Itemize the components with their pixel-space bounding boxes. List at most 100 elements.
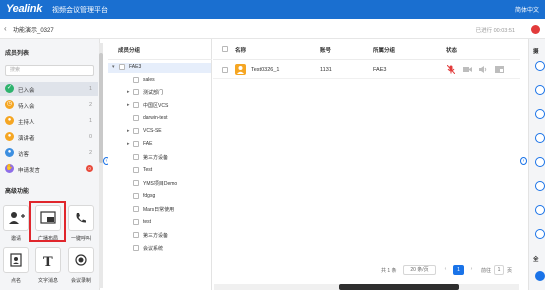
status-guest[interactable]: ● 访客 2 xyxy=(0,146,98,160)
invite-button[interactable]: 邀请 xyxy=(3,205,29,249)
status-label: 主持人 xyxy=(18,120,35,126)
tree-item-label: darwin-test xyxy=(143,115,168,121)
status-label: 已入会 xyxy=(18,88,35,94)
text-message-button[interactable]: T 文字消息 xyxy=(35,247,61,291)
status-joined[interactable]: ✓ 已入会 1 xyxy=(0,82,98,96)
tree-item[interactable]: darwin-test xyxy=(108,114,211,124)
collapse-right-icon[interactable]: › xyxy=(520,157,527,165)
function-label: 会议录制 xyxy=(70,278,91,284)
tree-item[interactable]: test xyxy=(108,218,211,228)
column-number[interactable]: 账号 xyxy=(320,46,331,54)
tree-item[interactable]: Mars日常使用 xyxy=(108,205,211,215)
tree-checkbox[interactable] xyxy=(133,180,139,186)
tree-item[interactable]: fdgsg xyxy=(108,192,211,202)
horizontal-scrollbar[interactable] xyxy=(214,284,519,290)
speaker-icon[interactable] xyxy=(479,66,488,75)
control-button-icon[interactable] xyxy=(535,109,545,119)
status-badge: 0 xyxy=(86,165,93,172)
row-checkbox[interactable] xyxy=(222,67,228,73)
caret-down-icon[interactable]: ▾ xyxy=(112,64,115,70)
record-icon xyxy=(68,247,94,273)
invite-user-icon xyxy=(3,205,29,231)
page-size-select[interactable]: 20 条/页 xyxy=(403,265,436,275)
page-button-current[interactable]: 1 xyxy=(453,265,464,275)
scrollbar-thumb[interactable] xyxy=(339,284,459,290)
right-panel-title: 摄 xyxy=(533,49,539,55)
sidebar-scrollbar[interactable] xyxy=(99,43,103,288)
tree-item-label: FAE3 xyxy=(129,64,142,70)
conference-bar: ‹ 功能演示_0327 已进行 00:03:51 xyxy=(0,19,545,39)
tree-checkbox[interactable] xyxy=(133,245,139,251)
column-name[interactable]: 名称 xyxy=(235,46,246,54)
tree-checkbox[interactable] xyxy=(133,128,139,134)
tree-item[interactable]: sales xyxy=(108,76,211,86)
record-button[interactable]: 会议录制 xyxy=(68,247,94,291)
tree-root-item[interactable]: ▾ FAE3 xyxy=(108,63,211,73)
chevron-left-icon[interactable]: ‹ xyxy=(4,24,7,33)
mic-muted-icon[interactable] xyxy=(446,64,456,76)
text-message-icon: T xyxy=(35,247,61,273)
top-bar: Yealink 视频会议管理平台 简体中文 xyxy=(0,0,545,19)
end-conference-icon[interactable] xyxy=(531,25,540,34)
caret-right-icon[interactable]: ▸ xyxy=(127,102,130,108)
layout-icon[interactable] xyxy=(495,66,504,75)
status-label: 演讲者 xyxy=(18,136,35,142)
select-all-checkbox[interactable] xyxy=(222,46,228,52)
control-button-icon[interactable] xyxy=(535,157,545,167)
roll-call-button[interactable]: 点名 xyxy=(3,247,29,291)
control-button-icon[interactable] xyxy=(535,61,545,71)
control-button-icon[interactable] xyxy=(535,85,545,95)
function-label: 一键呼叫 xyxy=(70,236,91,242)
tree-item[interactable]: YMS项目Demo xyxy=(108,179,211,189)
tree-item[interactable]: 第三方设备 xyxy=(108,231,211,241)
video-icon[interactable] xyxy=(463,66,472,75)
person-icon: ● xyxy=(5,132,14,141)
tree-checkbox[interactable] xyxy=(133,77,139,83)
one-key-call-button[interactable]: 一键呼叫 xyxy=(68,205,94,249)
page-unit-label: 页 xyxy=(507,268,513,274)
control-button-icon[interactable] xyxy=(535,229,545,239)
language-selector[interactable]: 简体中文 xyxy=(515,5,539,14)
scrollbar-thumb[interactable] xyxy=(99,53,103,163)
status-host[interactable]: ● 主持人 1 xyxy=(0,114,98,128)
caret-right-icon[interactable]: ▸ xyxy=(127,128,130,134)
tree-item-label: 第三方设备 xyxy=(143,155,169,161)
tree-item[interactable]: ▸ VCS-SE xyxy=(108,127,211,137)
status-waiting[interactable]: ◷ 待入会 2 xyxy=(0,98,98,112)
status-request-speak[interactable]: ✋ 申请发言 0 xyxy=(0,162,98,176)
column-status[interactable]: 状态 xyxy=(446,46,457,54)
tree-item[interactable]: 会议系统 xyxy=(108,244,211,254)
tree-checkbox[interactable] xyxy=(133,193,139,199)
caret-right-icon[interactable]: ▸ xyxy=(127,89,130,95)
tree-item[interactable]: Test xyxy=(108,166,211,176)
tree-item[interactable]: ▸ FAE xyxy=(108,140,211,150)
tree-checkbox[interactable] xyxy=(133,232,139,238)
goto-label: 前往 xyxy=(481,268,492,274)
tree-checkbox[interactable] xyxy=(133,167,139,173)
tree-checkbox[interactable] xyxy=(133,141,139,147)
control-button-icon[interactable] xyxy=(535,181,545,191)
tree-checkbox[interactable] xyxy=(133,219,139,225)
prev-page-icon[interactable]: ‹ xyxy=(441,265,450,275)
status-speaker[interactable]: ● 演讲者 0 xyxy=(0,130,98,144)
table-row[interactable]: Test0326_1 1131 FAE3 xyxy=(213,61,520,79)
tree-checkbox[interactable] xyxy=(133,154,139,160)
tree-checkbox[interactable] xyxy=(133,115,139,121)
member-search-input[interactable]: 搜索 xyxy=(5,65,94,76)
tree-checkbox[interactable] xyxy=(133,102,139,108)
column-group[interactable]: 所属分组 xyxy=(373,46,395,54)
row-group: FAE3 xyxy=(373,67,387,73)
tree-item[interactable]: ▸ 测试部门 xyxy=(108,88,211,98)
caret-right-icon[interactable]: ▸ xyxy=(127,141,130,147)
tree-item[interactable]: ▸ 中国区VCS xyxy=(108,101,211,111)
control-button-icon[interactable] xyxy=(535,205,545,215)
goto-page-input[interactable]: 1 xyxy=(494,265,504,275)
tree-checkbox[interactable] xyxy=(133,206,139,212)
right-section-title: 全 xyxy=(533,257,539,263)
tree-checkbox[interactable] xyxy=(133,89,139,95)
tree-checkbox[interactable] xyxy=(119,64,125,70)
control-button-icon[interactable] xyxy=(535,271,545,281)
control-button-icon[interactable] xyxy=(535,133,545,143)
tree-item[interactable]: 第三方设备 xyxy=(108,153,211,163)
next-page-icon[interactable]: › xyxy=(467,265,476,275)
